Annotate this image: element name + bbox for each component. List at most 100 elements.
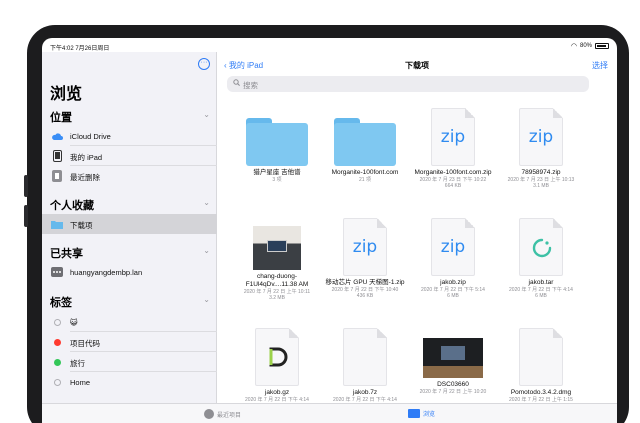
sidebar-item-tag[interactable]: 😺 bbox=[42, 312, 217, 332]
file-name: 移动芯片 GPU 天梯图-1.zip bbox=[325, 279, 405, 286]
file-item[interactable]: Morganite-100font.com 21 项 bbox=[325, 118, 405, 183]
screen: 下午4:02 7月26日周日 ◠ 80% ··· 浏览 位置 ⌄ iCloud … bbox=[42, 38, 617, 423]
more-options-icon[interactable]: ··· bbox=[198, 58, 210, 70]
search-placeholder: 搜索 bbox=[243, 81, 258, 90]
file-name: jakob.zip bbox=[440, 279, 466, 286]
clock-icon bbox=[204, 409, 214, 419]
file-meta: 21 项 bbox=[359, 177, 371, 183]
chevron-down-icon[interactable]: ⌄ bbox=[203, 110, 210, 119]
file-name: Morganite-100font.com.zip bbox=[414, 169, 492, 176]
file-meta: 2020 年 7 月 22 日 下午 4:14 6 MB bbox=[509, 287, 573, 299]
sidebar-item-label: 我的 iPad bbox=[70, 153, 103, 162]
sidebar-item-label: 最近删除 bbox=[70, 173, 100, 182]
section-label: 标签 bbox=[50, 297, 72, 309]
folder-icon bbox=[334, 118, 396, 166]
sidebar-item-tag[interactable]: Home bbox=[42, 372, 217, 392]
volume-button bbox=[24, 205, 28, 227]
chevron-down-icon[interactable]: ⌄ bbox=[203, 295, 210, 304]
file-meta: 2020 年 7 月 22 日 上午 10:11 3.2 MB bbox=[243, 289, 311, 301]
zip-file-icon: zip bbox=[431, 108, 475, 166]
page-title: 下载项 bbox=[405, 61, 429, 70]
file-item[interactable]: Pomotodo.3.4.2.dmg 2020 年 7 月 22 日 上午 1:… bbox=[501, 328, 581, 403]
battery-icon bbox=[595, 43, 609, 49]
cloud-icon bbox=[51, 130, 63, 142]
chevron-down-icon[interactable]: ⌄ bbox=[203, 246, 210, 255]
sidebar-item-icloud[interactable]: iCloud Drive bbox=[42, 126, 217, 146]
zip-file-icon: zip bbox=[519, 108, 563, 166]
sidebar-item-my-ipad[interactable]: 我的 iPad bbox=[42, 146, 217, 166]
main-panel: ‹ 我的 iPad 下载项 选择 搜索 猎户星座 吉他谱 3 项 Morgani… bbox=[217, 52, 617, 423]
section-tags[interactable]: 标签 ⌄ bbox=[50, 294, 210, 310]
file-name: 猎户星座 吉他谱 bbox=[253, 169, 301, 176]
nav-bar: ‹ 我的 iPad 下载项 选择 bbox=[217, 52, 617, 74]
sidebar-item-label: iCloud Drive bbox=[70, 132, 111, 141]
sidebar-item-label: 项目代码 bbox=[70, 339, 100, 348]
zip-file-icon: zip bbox=[343, 218, 387, 276]
tar-file-icon bbox=[519, 218, 563, 276]
sidebar-item-server[interactable]: huangyangdembp.lan bbox=[42, 262, 217, 282]
file-icon bbox=[519, 328, 563, 386]
tab-recents[interactable]: 最近项目 bbox=[204, 409, 241, 419]
sidebar-title: 浏览 bbox=[50, 86, 83, 103]
file-item[interactable]: jakob.gz 2020 年 7 月 22 日 下午 4:14 bbox=[237, 328, 317, 403]
file-name: chang-duong-F1Ul4qDv....11.38 AM bbox=[245, 273, 309, 288]
image-thumbnail bbox=[253, 226, 301, 270]
sidebar-item-label: Home bbox=[70, 378, 91, 387]
section-locations[interactable]: 位置 ⌄ bbox=[50, 109, 210, 125]
server-icon bbox=[51, 266, 63, 278]
tab-label: 浏览 bbox=[423, 412, 436, 418]
file-item[interactable]: chang-duong-F1Ul4qDv....11.38 AM 2020 年 … bbox=[237, 226, 317, 301]
tag-dot-icon bbox=[51, 336, 63, 348]
file-item[interactable]: jakob.7z 2020 年 7 月 22 日 下午 4:14 bbox=[325, 328, 405, 403]
section-favorites[interactable]: 个人收藏 ⌄ bbox=[50, 197, 210, 213]
section-label: 个人收藏 bbox=[50, 200, 94, 212]
folder-icon bbox=[246, 118, 308, 166]
sidebar-item-tag[interactable]: 项目代码 bbox=[42, 332, 217, 352]
file-item[interactable]: DSC03660 2020 年 7 月 22 日 上午 10:20 bbox=[413, 338, 493, 395]
ipad-icon bbox=[51, 150, 63, 162]
select-button[interactable]: 选择 bbox=[592, 60, 608, 71]
chevron-down-icon[interactable]: ⌄ bbox=[203, 198, 210, 207]
file-item[interactable]: zip 78958974.zip 2020 年 7 月 23 日 上午 10:1… bbox=[501, 108, 581, 189]
file-item[interactable]: zip jakob.zip 2020 年 7 月 22 日 下午 5:14 6 … bbox=[413, 218, 493, 299]
file-meta: 3 项 bbox=[272, 177, 282, 183]
sidebar-item-label: 😺 bbox=[70, 318, 78, 327]
file-item[interactable]: zip 移动芯片 GPU 天梯图-1.zip 2020 年 7 月 22 日 下… bbox=[325, 218, 405, 299]
file-item[interactable]: 猎户星座 吉他谱 3 项 bbox=[237, 118, 317, 183]
file-name: jakob.7z bbox=[352, 389, 378, 396]
sidebar-item-tag[interactable]: 旅行 bbox=[42, 352, 217, 372]
file-name: jakob.gz bbox=[264, 389, 290, 396]
file-name: 78958974.zip bbox=[521, 169, 561, 176]
tag-dot-icon bbox=[51, 376, 63, 388]
sidebar-item-label: huangyangdembp.lan bbox=[70, 268, 143, 277]
search-icon bbox=[233, 79, 240, 88]
file-name: Pomotodo.3.4.2.dmg bbox=[510, 389, 572, 396]
section-shared[interactable]: 已共享 ⌄ bbox=[50, 245, 210, 261]
file-name: jakob.tar bbox=[528, 279, 554, 286]
volume-button bbox=[24, 175, 28, 197]
sidebar-item-recently-deleted[interactable]: 最近删除 bbox=[42, 166, 217, 186]
file-item[interactable]: jakob.tar 2020 年 7 月 22 日 下午 4:14 6 MB bbox=[501, 218, 581, 299]
sidebar-item-label: 旅行 bbox=[70, 359, 85, 368]
sidebar-item-label: 下载项 bbox=[70, 221, 93, 230]
section-label: 位置 bbox=[50, 112, 72, 124]
file-icon bbox=[343, 328, 387, 386]
sidebar-item-downloads[interactable]: 下载项 bbox=[42, 214, 217, 234]
sidebar: ··· 浏览 位置 ⌄ iCloud Drive 我的 iPad 最近删除 个人… bbox=[42, 52, 217, 423]
file-meta: 2020 年 7 月 22 日 下午 10:40 436 KB bbox=[331, 287, 399, 299]
gz-file-icon bbox=[255, 328, 299, 386]
search-input[interactable]: 搜索 bbox=[227, 76, 589, 92]
folder-icon bbox=[51, 218, 63, 230]
trash-icon bbox=[51, 170, 63, 182]
status-bar: 下午4:02 7月26日周日 ◠ 80% bbox=[42, 38, 617, 52]
battery-percent: 80% bbox=[579, 43, 592, 49]
tab-label: 最近项目 bbox=[217, 412, 242, 419]
tag-dot-icon bbox=[51, 316, 63, 328]
file-meta: 2020 年 7 月 23 日 上午 10:13 3.1 MB bbox=[507, 177, 575, 189]
tab-browse[interactable]: 浏览 bbox=[408, 409, 435, 418]
status-time: 下午4:02 7月26日周日 bbox=[50, 46, 110, 52]
file-meta: 2020 年 7 月 22 日 下午 5:14 6 MB bbox=[421, 287, 485, 299]
file-item[interactable]: zip Morganite-100font.com.zip 2020 年 7 月… bbox=[413, 108, 493, 189]
tab-bar: 最近项目 浏览 bbox=[42, 403, 617, 423]
file-meta: 2020 年 7 月 22 日 上午 10:20 bbox=[419, 389, 487, 395]
